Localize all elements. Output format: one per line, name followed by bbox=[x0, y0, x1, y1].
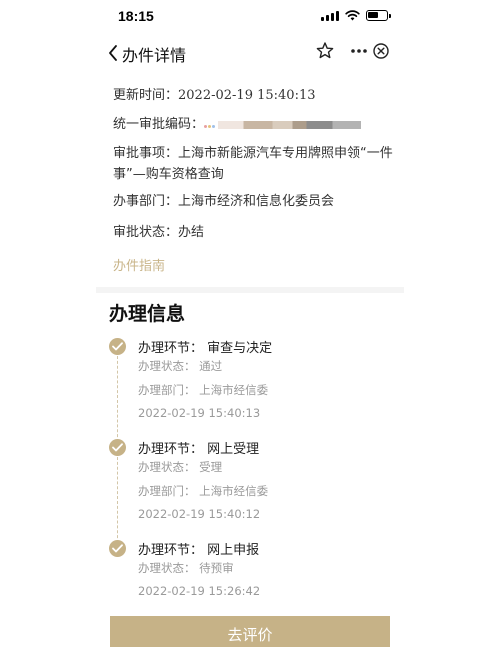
step-department: 办理部门： 上海市经信委 bbox=[138, 484, 269, 498]
guide-link[interactable]: 办件指南 bbox=[113, 255, 165, 274]
approval-item-label: 审批事项： bbox=[113, 146, 179, 161]
section-divider bbox=[96, 287, 404, 293]
page-title: 办件详情 bbox=[122, 46, 187, 65]
approval-status-row: 审批状态：办结 bbox=[113, 222, 393, 243]
timeline-connector bbox=[117, 457, 118, 543]
more-icon[interactable] bbox=[348, 40, 370, 62]
department-value: 上海市经济和信息化委员会 bbox=[178, 194, 335, 209]
check-icon bbox=[109, 338, 126, 355]
approval-code-label: 统一审批编码： bbox=[113, 117, 205, 132]
update-time-label: 更新时间： bbox=[113, 88, 179, 103]
update-time-row: 更新时间：2022-02-19 15:40:13 bbox=[113, 85, 393, 106]
wifi-icon bbox=[345, 10, 360, 21]
nav-bar: 办件详情 bbox=[96, 34, 404, 74]
battery-icon bbox=[366, 10, 391, 21]
step-title: 办理环节： 审查与决定 bbox=[138, 341, 273, 356]
timeline-connector bbox=[117, 356, 118, 442]
close-icon[interactable] bbox=[370, 40, 392, 62]
update-time-value: 2022-02-19 15:40:13 bbox=[178, 88, 316, 103]
cellular-signal-icon bbox=[321, 10, 339, 21]
step-status: 办理状态： 待预审 bbox=[138, 561, 234, 575]
step-status: 办理状态： 受理 bbox=[138, 460, 223, 474]
step-title: 办理环节： 网上受理 bbox=[138, 442, 260, 457]
approval-item-value-line1: 上海市新能源汽车专用牌照申领“一件 bbox=[178, 146, 393, 161]
status-time: 18:15 bbox=[118, 8, 154, 24]
department-row: 办事部门：上海市经济和信息化委员会 bbox=[113, 191, 393, 212]
approval-code-redacted-marks bbox=[204, 114, 216, 135]
approval-item-value-line2: 事”—购车资格查询 bbox=[113, 167, 224, 182]
evaluate-button[interactable]: 去评价 bbox=[110, 616, 390, 647]
department-label: 办事部门： bbox=[113, 194, 179, 209]
approval-code-redacted bbox=[218, 120, 362, 129]
step-time: 2022-02-19 15:26:42 bbox=[138, 584, 261, 598]
section-title: 办理信息 bbox=[109, 303, 186, 325]
check-icon bbox=[109, 439, 126, 456]
check-icon bbox=[109, 540, 126, 557]
approval-code-row: 统一审批编码： bbox=[113, 114, 393, 135]
step-time: 2022-02-19 15:40:12 bbox=[138, 507, 261, 521]
step-time: 2022-02-19 15:40:13 bbox=[138, 406, 261, 420]
approval-status-value: 办结 bbox=[178, 225, 205, 240]
status-icons bbox=[321, 10, 391, 21]
approval-item-row: 审批事项：上海市新能源汽车专用牌照申领“一件 事”—购车资格查询 bbox=[113, 143, 393, 185]
step-status: 办理状态： 通过 bbox=[138, 359, 223, 373]
star-icon[interactable] bbox=[314, 40, 336, 62]
approval-status-label: 审批状态： bbox=[113, 225, 179, 240]
step-department: 办理部门： 上海市经信委 bbox=[138, 383, 269, 397]
status-bar: 18:15 bbox=[0, 0, 500, 34]
step-title: 办理环节： 网上申报 bbox=[138, 543, 260, 558]
